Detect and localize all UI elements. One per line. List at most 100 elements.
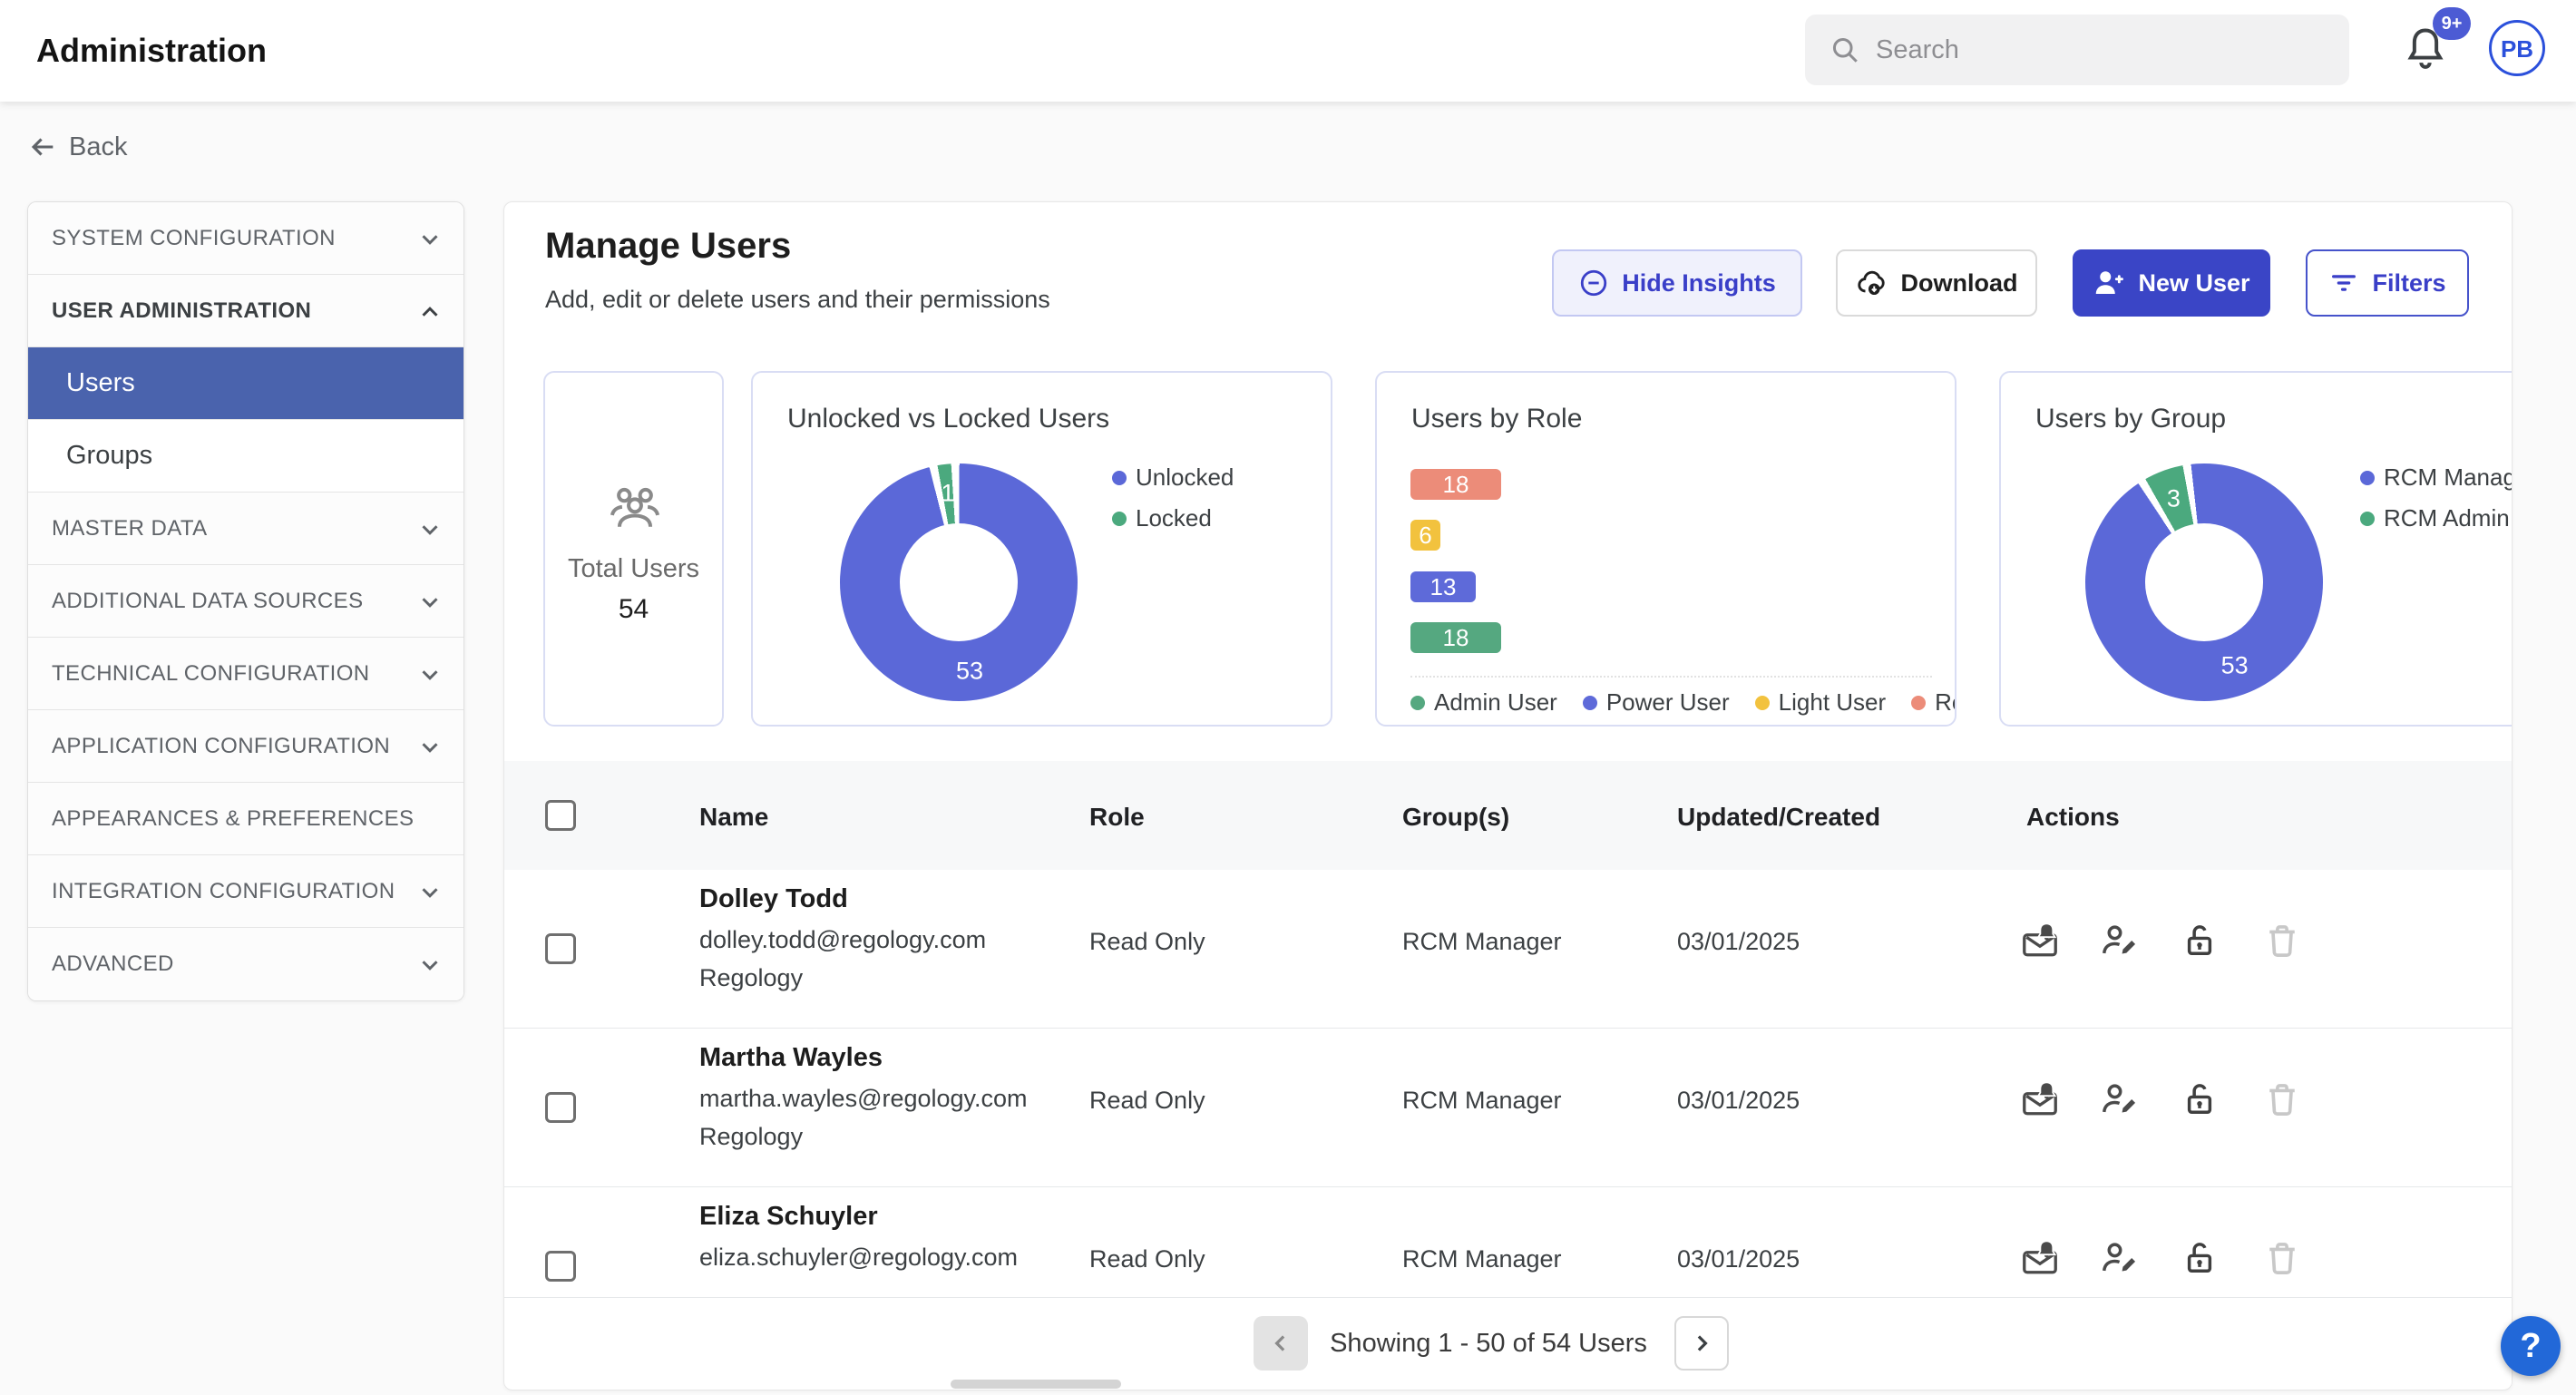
unlock-icon[interactable] [2180,921,2220,961]
user-email: eliza.schuyler@regology.com [699,1244,1018,1272]
sidebar-item-user-administration[interactable]: USER ADMINISTRATION [28,275,463,347]
user-avatar[interactable]: PB [2489,20,2545,76]
mail-notification-icon[interactable] [2020,1079,2060,1119]
row-checkbox[interactable] [545,933,576,964]
administration-screen: Administration 9+ PB Back SYSTEM CONFIGU… [0,0,2576,1395]
edit-user-icon[interactable] [2100,1238,2140,1278]
filters-button[interactable]: Filters [2306,249,2469,317]
sidebar-item-additional-data-sources[interactable]: ADDITIONAL DATA SOURCES [28,565,463,638]
user-updated: 03/01/2025 [1677,928,1800,956]
chart-title: Users by Role [1411,404,1582,434]
back-link[interactable]: Back [27,127,127,167]
legend-item: Light User [1755,688,1887,717]
user-email: martha.wayles@regology.com [699,1085,1028,1113]
sidebar-item-system-configuration[interactable]: SYSTEM CONFIGURATION [28,202,463,275]
row-checkbox[interactable] [545,1092,576,1123]
manage-users-panel: Manage Users Add, edit or delete users a… [503,201,2513,1390]
select-all-checkbox[interactable] [545,800,576,831]
legend-item: RCM Admin [2360,504,2513,532]
legend-dot [1112,512,1127,526]
mail-notification-icon[interactable] [2020,1238,2060,1278]
slice-value-rcm-admin: 3 [2167,484,2181,512]
legend-item: Admin User [1410,688,1557,717]
sidebar-item-application-configuration[interactable]: APPLICATION CONFIGURATION [28,710,463,783]
delete-icon[interactable] [2262,921,2302,961]
mail-notification-icon[interactable] [2020,921,2060,961]
donut-hole [900,523,1018,641]
user-groups: RCM Manager [1402,1087,1562,1115]
minus-circle-icon [1578,268,1609,298]
sidebar-item-advanced[interactable]: ADVANCED [28,928,463,1000]
column-header-name: Name [699,803,768,832]
user-groups: RCM Manager [1402,928,1562,956]
chevron-down-icon [416,879,444,906]
total-users-label: Total Users [545,554,722,584]
next-page-button[interactable] [1674,1316,1729,1371]
global-search [1805,15,2349,85]
edit-user-icon[interactable] [2100,1079,2140,1119]
previous-page-button[interactable] [1254,1316,1308,1371]
user-updated: 03/01/2025 [1677,1245,1800,1273]
search-input[interactable] [1876,15,2329,85]
legend-dot [1410,696,1425,710]
sidebar-item-technical-configuration[interactable]: TECHNICAL CONFIGURATION [28,638,463,710]
unlocked-locked-donut-chart: 53 1 [840,463,1078,701]
chart-legend: Admin User Power User Light User Read On… [1410,688,1956,717]
pagination-bar: Showing 1 - 50 of 54 Users [504,1298,2513,1389]
person-add-icon [2093,267,2125,299]
chevron-down-icon [416,951,444,979]
donut-hole [2145,523,2263,641]
chevron-down-icon [416,589,444,616]
search-icon [1829,34,1861,66]
sidebar-item-groups[interactable]: Groups [28,420,463,493]
user-name: Eliza Schuyler [699,1202,878,1232]
sidebar-item-users[interactable]: Users [28,347,463,420]
notification-count-badge: 9+ [2433,7,2471,40]
slice-value-unlocked: 53 [956,657,983,685]
user-updated: 03/01/2025 [1677,1087,1800,1115]
admin-sidebar: SYSTEM CONFIGURATION USER ADMINISTRATION… [27,201,464,1001]
chart-legend: RCM Manag RCM Admin [2360,463,2513,532]
new-user-button[interactable]: New User [2073,249,2270,317]
legend-item: Unlocked [1112,463,1234,492]
legend-item: Power User [1583,688,1730,717]
horizontal-scrollbar[interactable] [951,1380,1121,1389]
user-name: Martha Wayles [699,1043,883,1073]
download-button[interactable]: Download [1836,249,2037,317]
chart-title: Users by Group [2035,404,2226,434]
help-button[interactable]: ? [2501,1316,2561,1376]
chevron-down-icon [416,516,444,543]
user-company: Regology [699,964,803,992]
column-header-actions: Actions [2026,803,2120,832]
unlock-icon[interactable] [2180,1238,2220,1278]
filter-icon [2328,268,2359,298]
chevron-up-icon [416,298,444,326]
legend-dot [2360,471,2375,485]
chart-legend: Unlocked Locked [1112,463,1234,532]
user-company: Regology [699,1123,803,1151]
sidebar-item-appearances-preferences[interactable]: APPEARANCES & PREFERENCES [28,783,463,855]
slice-value-locked: 1 [942,480,955,508]
edit-user-icon[interactable] [2100,921,2140,961]
sidebar-item-master-data[interactable]: MASTER DATA [28,493,463,565]
unlocked-vs-locked-card: Unlocked vs Locked Users 53 1 Unlocked L… [751,371,1332,727]
back-arrow-icon [27,132,58,162]
delete-icon[interactable] [2262,1238,2302,1278]
row-checkbox[interactable] [545,1251,576,1282]
user-groups: RCM Manager [1402,1245,1562,1273]
total-users-value: 54 [545,594,722,625]
user-email: dolley.todd@regology.com [699,926,986,954]
top-bar: Administration 9+ PB [0,0,2576,102]
page-title: Administration [36,0,267,102]
chevron-right-icon [1688,1330,1715,1357]
sidebar-item-integration-configuration[interactable]: INTEGRATION CONFIGURATION [28,855,463,928]
back-label: Back [69,132,127,162]
table-row: Dolley Todd dolley.todd@regology.com Reg… [504,870,2513,1029]
user-role: Read Only [1089,1245,1205,1273]
column-header-groups: Group(s) [1402,803,1509,832]
legend-item: Read Only [1911,688,1956,717]
unlock-icon[interactable] [2180,1079,2220,1119]
delete-icon[interactable] [2262,1079,2302,1119]
legend-item: Locked [1112,504,1234,532]
hide-insights-button[interactable]: Hide Insights [1552,249,1802,317]
